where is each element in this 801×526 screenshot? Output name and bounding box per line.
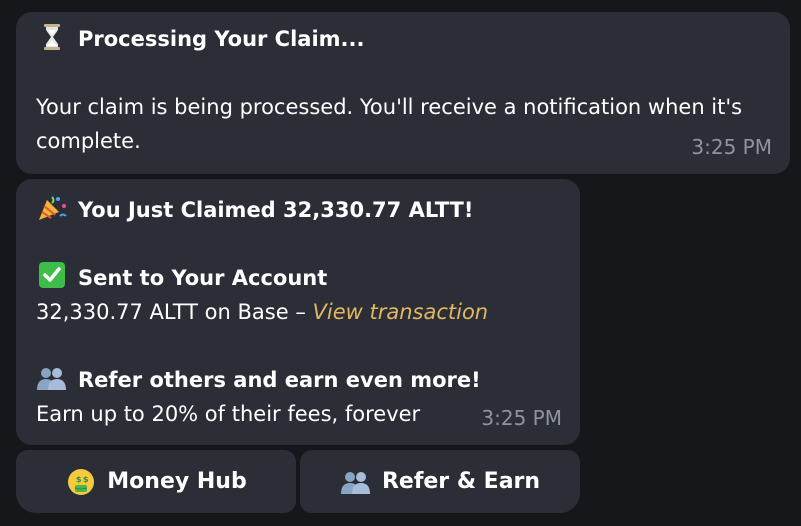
- message-body: Your claim is being processed. You'll re…: [36, 95, 743, 153]
- message-bubble-claimed: You Just Claimed 32,330.77 ALTT! Sent to…: [16, 179, 580, 445]
- view-transaction-link[interactable]: View transaction: [313, 300, 489, 324]
- party-popper-icon: [39, 196, 67, 220]
- people-icon: [37, 368, 66, 390]
- refer-earn-label: Refer & Earn: [381, 469, 541, 494]
- refer-heading: Refer others and earn even more!: [36, 363, 560, 397]
- svg-text:$: $: [83, 475, 89, 484]
- hourglass-icon: [44, 24, 60, 50]
- money-face-icon: $ $: [68, 468, 95, 495]
- sent-heading: Sent to Your Account: [36, 261, 560, 295]
- svg-text:$: $: [76, 475, 82, 484]
- people-icon: [340, 471, 370, 494]
- message-bubble-processing: Processing Your Claim... Your claim is b…: [16, 12, 790, 174]
- sent-detail: 32,330.77 ALTT on Base – View transactio…: [36, 300, 489, 324]
- chat-area: Processing Your Claim... Your claim is b…: [0, 0, 801, 526]
- check-mark-icon: [39, 262, 65, 288]
- message-title: You Just Claimed 32,330.77 ALTT!: [36, 193, 560, 227]
- money-hub-label: Money Hub: [107, 469, 247, 494]
- message-title: Processing Your Claim...: [36, 22, 770, 56]
- message-timestamp: 3:25 PM: [481, 406, 562, 430]
- refer-earn-button[interactable]: Refer & Earn: [300, 450, 580, 513]
- message-timestamp: 3:25 PM: [691, 135, 772, 159]
- money-hub-button[interactable]: $ $ Money Hub: [16, 450, 296, 513]
